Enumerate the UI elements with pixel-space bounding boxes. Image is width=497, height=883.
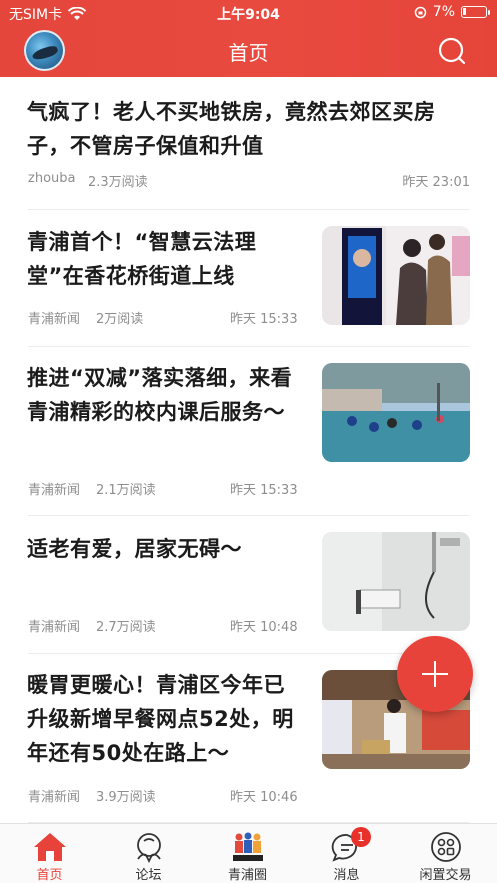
tab-community[interactable]: 青浦圈 — [198, 824, 297, 883]
article-time: 昨天 15:33 — [230, 312, 298, 327]
article-item[interactable]: 适老有爱，居家无碍～ 青浦新闻 2.7万阅读 昨天 10:48 — [0, 516, 497, 653]
article-item[interactable]: 青浦首个！“智慧云法理堂”在香花桥街道上线 青浦新闻 2万阅读 昨天 15:33 — [0, 210, 497, 347]
article-title: 适老有爱，居家无碍～ — [27, 537, 242, 561]
article-reads: 2万阅读 — [96, 312, 144, 327]
tab-home[interactable]: 首页 — [0, 824, 99, 883]
article-thumbnail — [322, 363, 470, 462]
article-reads: 3.9万阅读 — [96, 790, 156, 805]
article-reads: 2.3万阅读 — [88, 175, 148, 190]
article-source: 青浦新闻 — [28, 790, 81, 805]
community-icon — [233, 832, 263, 861]
forum-icon — [137, 833, 161, 863]
tab-label: 消息 — [333, 868, 360, 883]
battery-icon — [461, 6, 490, 18]
article-thumbnail — [322, 532, 470, 631]
tab-label: 首页 — [36, 868, 63, 883]
article-time: 昨天 10:48 — [230, 620, 298, 635]
status-bar: 无SIM卡 上午9:04 7% — [0, 0, 497, 26]
tab-label: 闲置交易 — [419, 868, 472, 883]
article-source: zhouba — [28, 171, 76, 186]
article-title: 暖胃更暖心！青浦区今年已升级新增早餐网点52处，明年还有50处在路上～ — [27, 673, 294, 765]
home-icon — [34, 833, 66, 861]
search-icon[interactable] — [437, 36, 467, 66]
battery-percent: 7% — [432, 4, 455, 20]
article-time: 昨天 15:33 — [230, 483, 298, 498]
tab-label: 青浦圈 — [227, 868, 267, 883]
article-reads: 2.1万阅读 — [96, 483, 156, 498]
article-title: 推进“双减”落实落细，来看青浦精彩的校内课后服务～ — [27, 366, 293, 424]
article-item[interactable]: 推进“双减”落实落细，来看青浦精彩的校内课后服务～ 青浦新闻 2.1万阅读 昨天… — [0, 347, 497, 515]
rotation-lock-icon — [414, 6, 427, 18]
article-time: 昨天 10:46 — [230, 790, 298, 805]
article-source: 青浦新闻 — [28, 312, 81, 327]
app-header: 首页 — [0, 26, 497, 77]
article-time: 昨天 23:01 — [402, 175, 470, 190]
create-post-button[interactable] — [397, 636, 473, 712]
article-reads: 2.7万阅读 — [96, 620, 156, 635]
top-bar: 无SIM卡 上午9:04 7% 首页 — [0, 0, 497, 77]
page-title: 首页 — [228, 41, 269, 65]
tab-marketplace[interactable]: 闲置交易 — [396, 824, 495, 883]
tab-messages[interactable]: 1 消息 — [297, 824, 396, 883]
tab-forum[interactable]: 论坛 — [99, 824, 198, 883]
article-source: 青浦新闻 — [28, 620, 81, 635]
article-title: 气疯了！老人不买地铁房，竟然去郊区买房子，不管房子保值和升值 — [27, 100, 436, 158]
unread-badge: 1 — [351, 827, 371, 847]
article-source: 青浦新闻 — [28, 483, 81, 498]
tab-bar: 首页 论坛 青浦圈 1 消息 闲置交易 — [0, 823, 497, 883]
tab-label: 论坛 — [135, 868, 162, 883]
article-item[interactable]: 气疯了！老人不买地铁房，竟然去郊区买房子，不管房子保值和升值 zhouba 2.… — [0, 77, 497, 209]
article-title: 青浦首个！“智慧云法理堂”在香花桥街道上线 — [27, 230, 257, 288]
grid-icon — [431, 832, 461, 862]
article-thumbnail — [322, 226, 470, 325]
